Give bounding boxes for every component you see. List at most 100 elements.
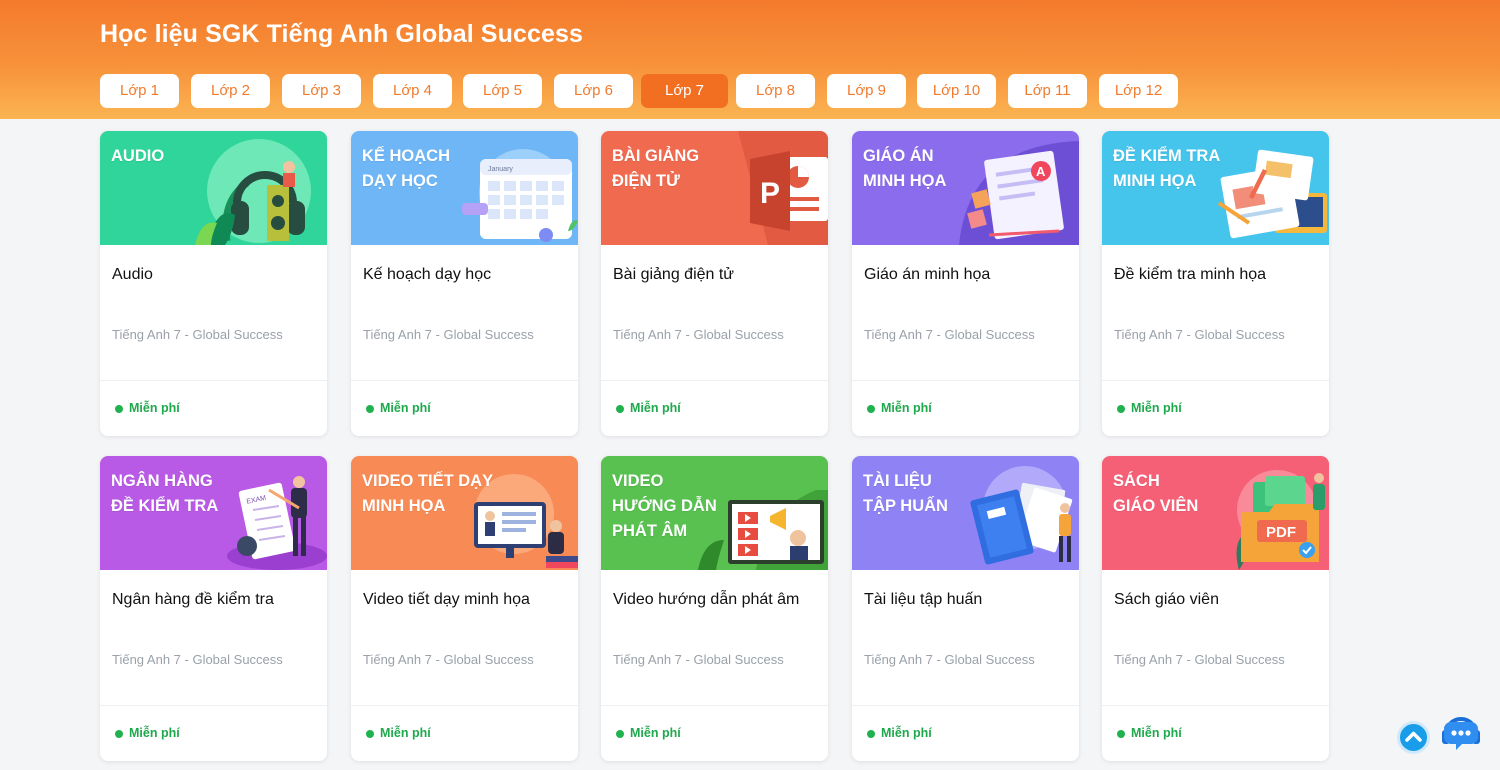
card-title: Audio <box>112 266 153 283</box>
tab-lop-10[interactable]: Lớp 10 <box>917 74 996 108</box>
card-divider <box>852 705 1079 706</box>
card-divider <box>100 705 327 706</box>
banner-label: VIDEO HƯỚNG DẪN PHÁT ÂM <box>612 472 717 540</box>
card-banner: SÁCH GIÁO VIÊN PDF <box>1102 456 1329 570</box>
free-badge: Miễn phí <box>115 401 180 415</box>
status-dot-icon <box>115 730 123 738</box>
tab-lop-12[interactable]: Lớp 12 <box>1099 74 1178 108</box>
banner-label: VIDEO TIẾT DẠY MINH HỌA <box>362 472 494 515</box>
free-badge: Miễn phí <box>366 726 431 740</box>
card-title: Bài giảng điện tử <box>613 266 735 283</box>
card-banner: ĐỀ KIỂM TRA MINH HỌA <box>1102 131 1329 245</box>
page-title: Học liệu SGK Tiếng Anh Global Success <box>100 20 583 48</box>
card-bai-giang-dien-tu[interactable]: BÀI GIẢNG ĐIỆN TỬ P Bài giảng điện tử Ti… <box>601 131 828 436</box>
status-dot-icon <box>867 405 875 413</box>
card-subtitle: Tiếng Anh 7 - Global Success <box>363 327 534 342</box>
card-title: Ngân hàng đề kiểm tra <box>112 591 274 608</box>
headphones-icon <box>195 139 311 245</box>
banner-label: NGÂN HÀNG ĐỀ KIỂM TRA <box>111 472 219 515</box>
status-dot-icon <box>616 405 624 413</box>
card-ngan-hang-de-kiem-tra[interactable]: NGÂN HÀNG ĐỀ KIỂM TRA EXAM Ngân hàng đề … <box>100 456 327 761</box>
status-dot-icon <box>366 730 374 738</box>
chevron-up-icon <box>1405 731 1422 742</box>
banner-label: AUDIO <box>111 147 165 165</box>
card-subtitle: Tiếng Anh 7 - Global Success <box>112 652 283 667</box>
card-sach-giao-vien[interactable]: SÁCH GIÁO VIÊN PDF Sách giáo viên Tiếng … <box>1102 456 1329 761</box>
card-subtitle: Tiếng Anh 7 - Global Success <box>864 652 1035 667</box>
status-dot-icon <box>1117 405 1125 413</box>
chat-support-icon <box>1442 717 1480 750</box>
free-badge: Miễn phí <box>366 401 431 415</box>
card-title: Video tiết dạy minh họa <box>363 591 530 608</box>
tab-lop-5[interactable]: Lớp 5 <box>463 74 542 108</box>
card-audio[interactable]: AUDIO Audio Tiếng Anh 7 - Global Success… <box>100 131 327 436</box>
card-banner: NGÂN HÀNG ĐỀ KIỂM TRA EXAM <box>100 456 327 570</box>
banner-label: BÀI GIẢNG ĐIỆN TỬ <box>612 147 700 190</box>
card-divider <box>100 380 327 381</box>
card-video-huong-dan-phat-am[interactable]: VIDEO HƯỚNG DẪN PHÁT ÂM Video hướng dẫn … <box>601 456 828 761</box>
pdf-folder-icon: PDF <box>1236 470 1325 570</box>
free-badge: Miễn phí <box>867 401 932 415</box>
card-giao-an-minh-hoa[interactable]: GIÁO ÁN MINH HỌA A Giáo án minh họa Tiến… <box>852 131 1079 436</box>
grade-letter: A <box>1036 164 1046 179</box>
card-tai-lieu-tap-huan[interactable]: TÀI LIỆU TẬP HUẤN Tài liệu tập huấn Tiến… <box>852 456 1079 761</box>
tab-lop-8[interactable]: Lớp 8 <box>736 74 815 108</box>
card-ke-hoach-day-hoc[interactable]: KẾ HOẠCH DẠY HỌC January Kế hoạch dạy họ… <box>351 131 578 436</box>
tab-lop-11[interactable]: Lớp 11 <box>1008 74 1087 108</box>
powerpoint-letter: P <box>760 177 780 210</box>
status-dot-icon <box>366 405 374 413</box>
banner-label: GIÁO ÁN MINH HỌA <box>863 147 947 190</box>
card-divider <box>351 705 578 706</box>
card-banner: KẾ HOẠCH DẠY HỌC January <box>351 131 578 245</box>
card-title: Video hướng dẫn phát âm <box>613 591 800 608</box>
card-title: Sách giáo viên <box>1114 591 1219 608</box>
card-title: Tài liệu tập huấn <box>864 591 983 608</box>
card-video-tiet-day-minh-hoa[interactable]: VIDEO TIẾT DẠY MINH HỌA Video tiết dạy m… <box>351 456 578 761</box>
status-dot-icon <box>115 405 123 413</box>
card-subtitle: Tiếng Anh 7 - Global Success <box>613 652 784 667</box>
card-banner: AUDIO <box>100 131 327 245</box>
banner-label: KẾ HOẠCH DẠY HỌC <box>362 147 451 190</box>
free-badge: Miễn phí <box>867 726 932 740</box>
lesson-plan-icon: A <box>959 141 1079 245</box>
card-banner: TÀI LIỆU TẬP HUẤN <box>852 456 1079 570</box>
calendar-month-label: January <box>488 166 513 173</box>
status-dot-icon <box>616 730 624 738</box>
card-divider <box>601 705 828 706</box>
status-dot-icon <box>867 730 875 738</box>
card-divider <box>852 380 1079 381</box>
card-subtitle: Tiếng Anh 7 - Global Success <box>363 652 534 667</box>
card-subtitle: Tiếng Anh 7 - Global Success <box>864 327 1035 342</box>
card-de-kiem-tra-minh-hoa[interactable]: ĐỀ KIỂM TRA MINH HỌA Đề kiểm tra minh họ… <box>1102 131 1329 436</box>
card-divider <box>351 380 578 381</box>
free-badge: Miễn phí <box>616 726 681 740</box>
tab-lop-2[interactable]: Lớp 2 <box>191 74 270 108</box>
tab-lop-7[interactable]: Lớp 7 <box>641 74 728 108</box>
training-document-icon <box>970 466 1073 565</box>
card-subtitle: Tiếng Anh 7 - Global Success <box>1114 327 1285 342</box>
card-title: Kế hoạch dạy học <box>363 266 492 283</box>
card-title: Giáo án minh họa <box>864 266 991 283</box>
calendar-icon: January <box>462 149 578 242</box>
card-subtitle: Tiếng Anh 7 - Global Success <box>613 327 784 342</box>
tab-lop-6[interactable]: Lớp 6 <box>554 74 633 108</box>
tab-lop-4[interactable]: Lớp 4 <box>373 74 452 108</box>
free-badge: Miễn phí <box>1117 401 1182 415</box>
powerpoint-icon: P <box>738 131 828 245</box>
card-divider <box>1102 705 1329 706</box>
banner-label: ĐỀ KIỂM TRA MINH HỌA <box>1113 147 1221 190</box>
card-divider <box>601 380 828 381</box>
support-chat-button[interactable] <box>1438 710 1484 756</box>
tab-lop-3[interactable]: Lớp 3 <box>282 74 361 108</box>
scroll-to-top-button[interactable] <box>1397 721 1430 754</box>
tab-lop-9[interactable]: Lớp 9 <box>827 74 906 108</box>
card-subtitle: Tiếng Anh 7 - Global Success <box>112 327 283 342</box>
status-dot-icon <box>1117 730 1125 738</box>
card-banner: VIDEO TIẾT DẠY MINH HỌA <box>351 456 578 570</box>
free-badge: Miễn phí <box>1117 726 1182 740</box>
free-badge: Miễn phí <box>115 726 180 740</box>
card-divider <box>1102 380 1329 381</box>
card-subtitle: Tiếng Anh 7 - Global Success <box>1114 652 1285 667</box>
tab-lop-1[interactable]: Lớp 1 <box>100 74 179 108</box>
pdf-label: PDF <box>1266 524 1296 541</box>
